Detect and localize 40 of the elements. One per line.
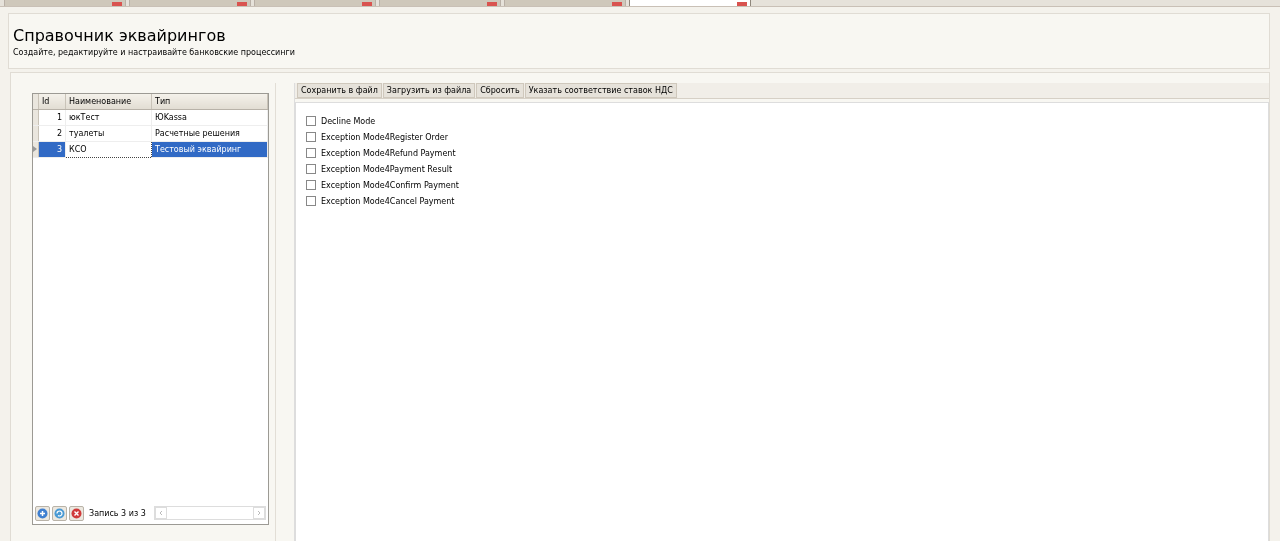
toolbar-button[interactable]: Сбросить [476,83,524,98]
checkbox-label[interactable]: Exception Mode4Cancel Payment [321,196,455,206]
add-icon [37,507,48,519]
checkbox[interactable] [306,116,316,126]
table-row[interactable]: 1 юкТест ЮKassa [33,109,268,126]
refresh-button[interactable] [52,505,67,521]
delete-icon [71,507,82,519]
record-counter: Запись 3 из 3 [89,508,146,518]
table-cell: Расчетные решения [151,125,268,142]
checkbox[interactable] [306,180,316,190]
scroll-right-icon[interactable] [253,507,265,519]
checkbox[interactable] [306,148,316,158]
checkbox-label[interactable]: Exception Mode4Confirm Payment [321,180,459,190]
table-cell: юкТест [65,109,152,126]
checkbox-label[interactable]: Exception Mode4Refund Payment [321,148,456,158]
column-header[interactable]: Наименование [65,94,152,110]
checkbox-label[interactable]: Exception Mode4Payment Result [321,164,453,174]
table-cell: 2 [38,125,66,142]
scrollbar[interactable] [153,506,266,520]
column-header[interactable]: Тип [151,94,268,110]
column-header[interactable]: Id [38,94,66,110]
table-cell: ЮKassa [151,109,268,126]
toolbar-button[interactable]: Загрузить из файла [382,83,476,98]
scroll-left-icon[interactable] [154,507,167,519]
toolbar-button[interactable]: Указать соответствие ставок НДС [524,83,677,98]
table-row[interactable]: 2 туалеты Расчетные решения [33,125,268,142]
table-cell: 1 [38,109,66,126]
checkbox-label[interactable]: Exception Mode4Register Order [321,132,448,142]
page-subtitle: Создайте, редактируйте и настраивайте банковские процессинги [13,48,296,57]
table-cell: туалеты [65,125,152,142]
checkbox[interactable] [306,196,316,206]
checkbox-label[interactable]: Decline Mode [321,116,376,126]
checkbox[interactable] [306,132,316,142]
checkbox[interactable] [306,164,316,174]
add-button[interactable] [35,505,50,521]
refresh-icon [54,507,65,519]
table-row[interactable]: 3 КСО Тестовый эквайринг [33,141,268,158]
page-title: Справочник эквайрингов [13,26,226,45]
toolbar-button[interactable]: Сохранить в файл [297,83,382,98]
delete-button[interactable] [69,505,84,521]
